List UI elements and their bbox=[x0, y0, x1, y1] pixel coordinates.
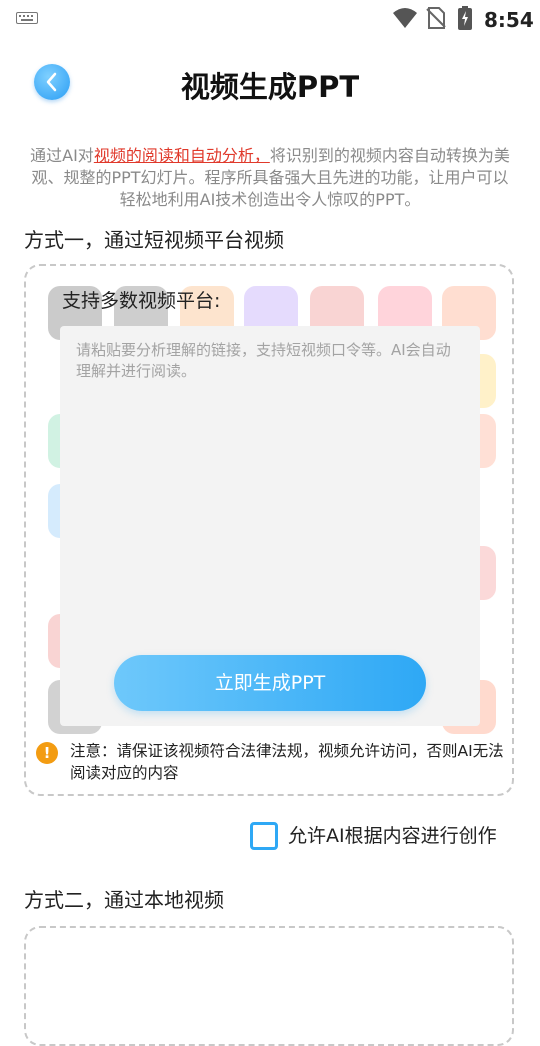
warning-icon: ! bbox=[36, 742, 58, 764]
status-time: 8:54 bbox=[484, 8, 534, 32]
allow-ai-creation-checkbox[interactable] bbox=[250, 822, 278, 850]
platforms-label: 支持多数视频平台: bbox=[62, 290, 221, 312]
link-input-placeholder: 请粘贴要分析理解的链接，支持短视频口令等。AI会自动理解并进行阅读。 bbox=[76, 341, 451, 380]
intro-highlight-link[interactable]: 视频的阅读和自动分析， bbox=[94, 146, 270, 165]
no-sim-icon bbox=[426, 7, 446, 29]
status-bar: 8:54 bbox=[0, 0, 540, 36]
intro-text: 通过AI对视频的阅读和自动分析，将识别到的视频内容自动转换为美观、规整的PPT幻… bbox=[28, 145, 512, 211]
wifi-icon bbox=[393, 8, 417, 28]
method2-title: 方式二，通过本地视频 bbox=[24, 888, 224, 912]
allow-ai-creation-label[interactable]: 允许AI根据内容进行创作 bbox=[288, 821, 497, 848]
legal-notice: 注意：请保证该视频符合法律法规，视频允许访问，否则AI无法阅读对应的内容 bbox=[70, 742, 504, 782]
method1-title: 方式一，通过短视频平台视频 bbox=[24, 228, 284, 252]
battery-charging-icon bbox=[458, 6, 472, 30]
keyboard-icon bbox=[16, 12, 38, 24]
method2-panel[interactable] bbox=[24, 926, 514, 1046]
intro-prefix: 通过AI对 bbox=[30, 146, 94, 165]
generate-ppt-button[interactable]: 立即生成PPT bbox=[114, 655, 426, 711]
page-title: 视频生成PPT bbox=[180, 70, 360, 104]
